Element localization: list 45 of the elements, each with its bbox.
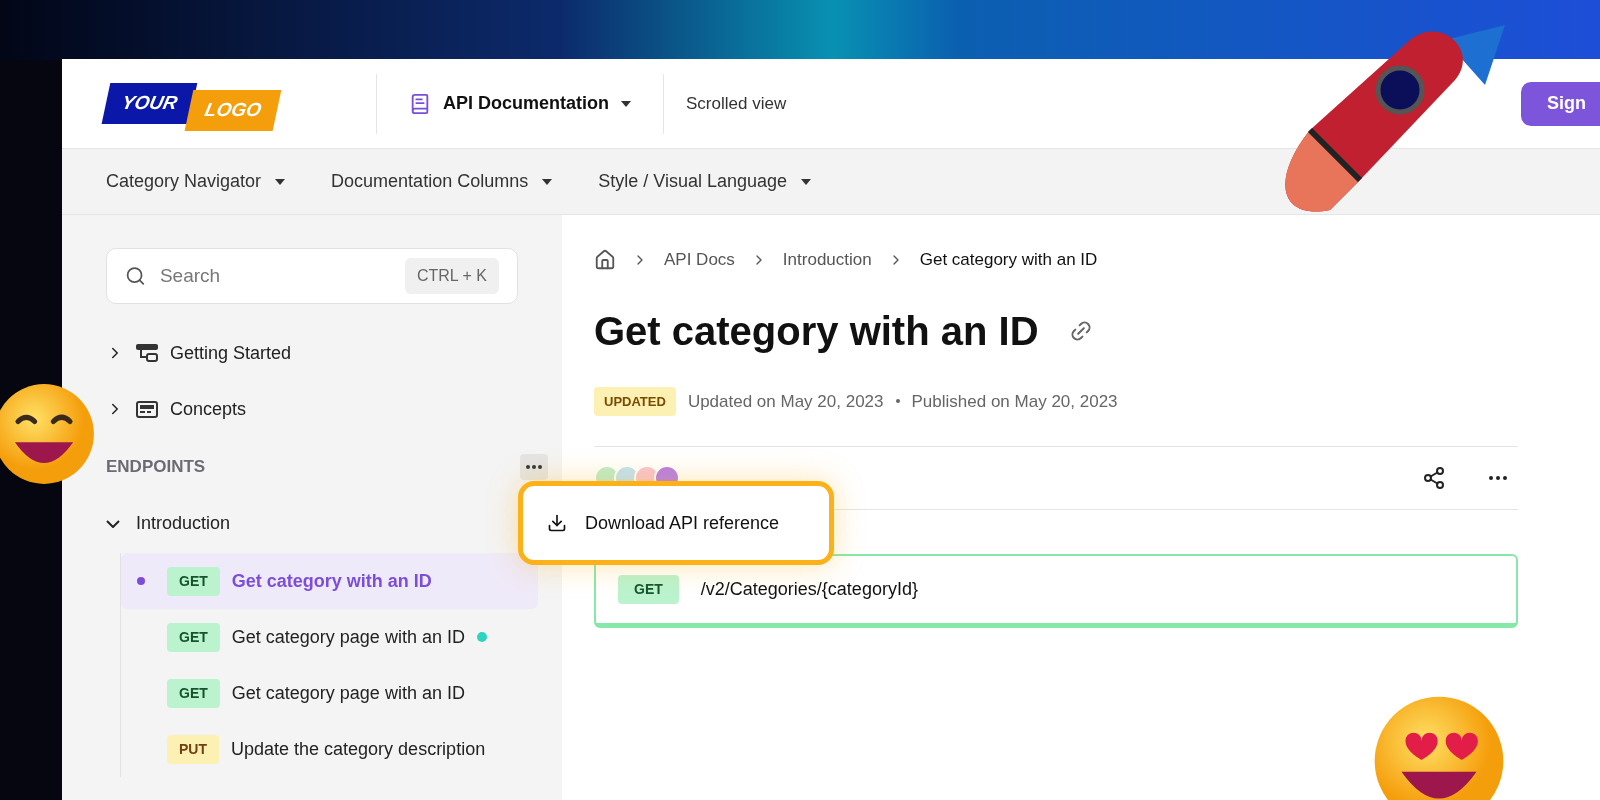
method-tag: GET <box>167 622 220 652</box>
breadcrumb: Get category with an ID <box>919 249 1098 271</box>
caret-icon <box>621 100 631 107</box>
method-tag: GET <box>618 575 679 604</box>
caret-icon <box>275 178 286 185</box>
shortcut-hint: CTRL + K <box>404 258 499 294</box>
download-icon <box>547 513 567 533</box>
breadcrumb[interactable]: API Docs <box>664 247 735 273</box>
endpoint-link[interactable]: PUT Update the category description <box>121 721 538 777</box>
page-title: Get category with an ID <box>594 307 1039 355</box>
nav-dropdown[interactable]: Documentation Columns <box>331 168 553 195</box>
breadcrumb[interactable]: Introduction <box>782 247 872 273</box>
card-icon <box>136 400 158 418</box>
more-button[interactable] <box>520 454 548 480</box>
caret-icon <box>801 178 811 185</box>
sidebar-group[interactable]: Introduction <box>106 510 538 537</box>
endpoint-link[interactable]: GET Get category page with an ID <box>121 665 538 721</box>
endpoint-link[interactable]: GET Get category page with an ID <box>121 609 538 665</box>
endpoint-path: /v2/Categories/{categoryId} <box>700 578 918 601</box>
view-label: Scrolled view <box>685 92 788 115</box>
nav-dropdown[interactable]: Style / Visual Language <box>598 168 811 195</box>
product-dropdown[interactable]: API Documentation <box>377 90 663 117</box>
status-badge: UPDATED <box>594 386 676 416</box>
search-field[interactable]: Search CTRL + K <box>106 248 518 304</box>
nav-dropdown[interactable]: Category Navigator <box>106 168 286 195</box>
share-icon[interactable] <box>1422 466 1446 490</box>
updated-date: Updated on May 20, 2023 <box>687 390 884 413</box>
endpoint-link[interactable]: GET Get category with an ID <box>121 553 538 609</box>
chevron-down-icon <box>106 519 120 528</box>
more-icon <box>526 465 542 469</box>
sidebar-item[interactable]: Getting Started <box>106 338 538 368</box>
book-icon <box>409 92 431 115</box>
tree-icon <box>136 344 158 362</box>
method-tag: GET <box>167 678 220 708</box>
method-tag: GET <box>167 566 220 596</box>
caret-icon <box>542 178 553 185</box>
home-icon[interactable] <box>594 248 616 271</box>
menu-item[interactable]: Download API reference <box>547 509 805 537</box>
sidebar-item[interactable]: Concepts <box>106 394 538 424</box>
search-icon <box>125 264 146 288</box>
method-tag: PUT <box>167 734 219 764</box>
published-date: Published on May 20, 2023 <box>911 390 1118 413</box>
search-input[interactable]: Search <box>159 261 405 291</box>
sign-button[interactable]: Sign <box>1521 81 1600 126</box>
section-heading: ENDPOINTS <box>106 456 206 479</box>
